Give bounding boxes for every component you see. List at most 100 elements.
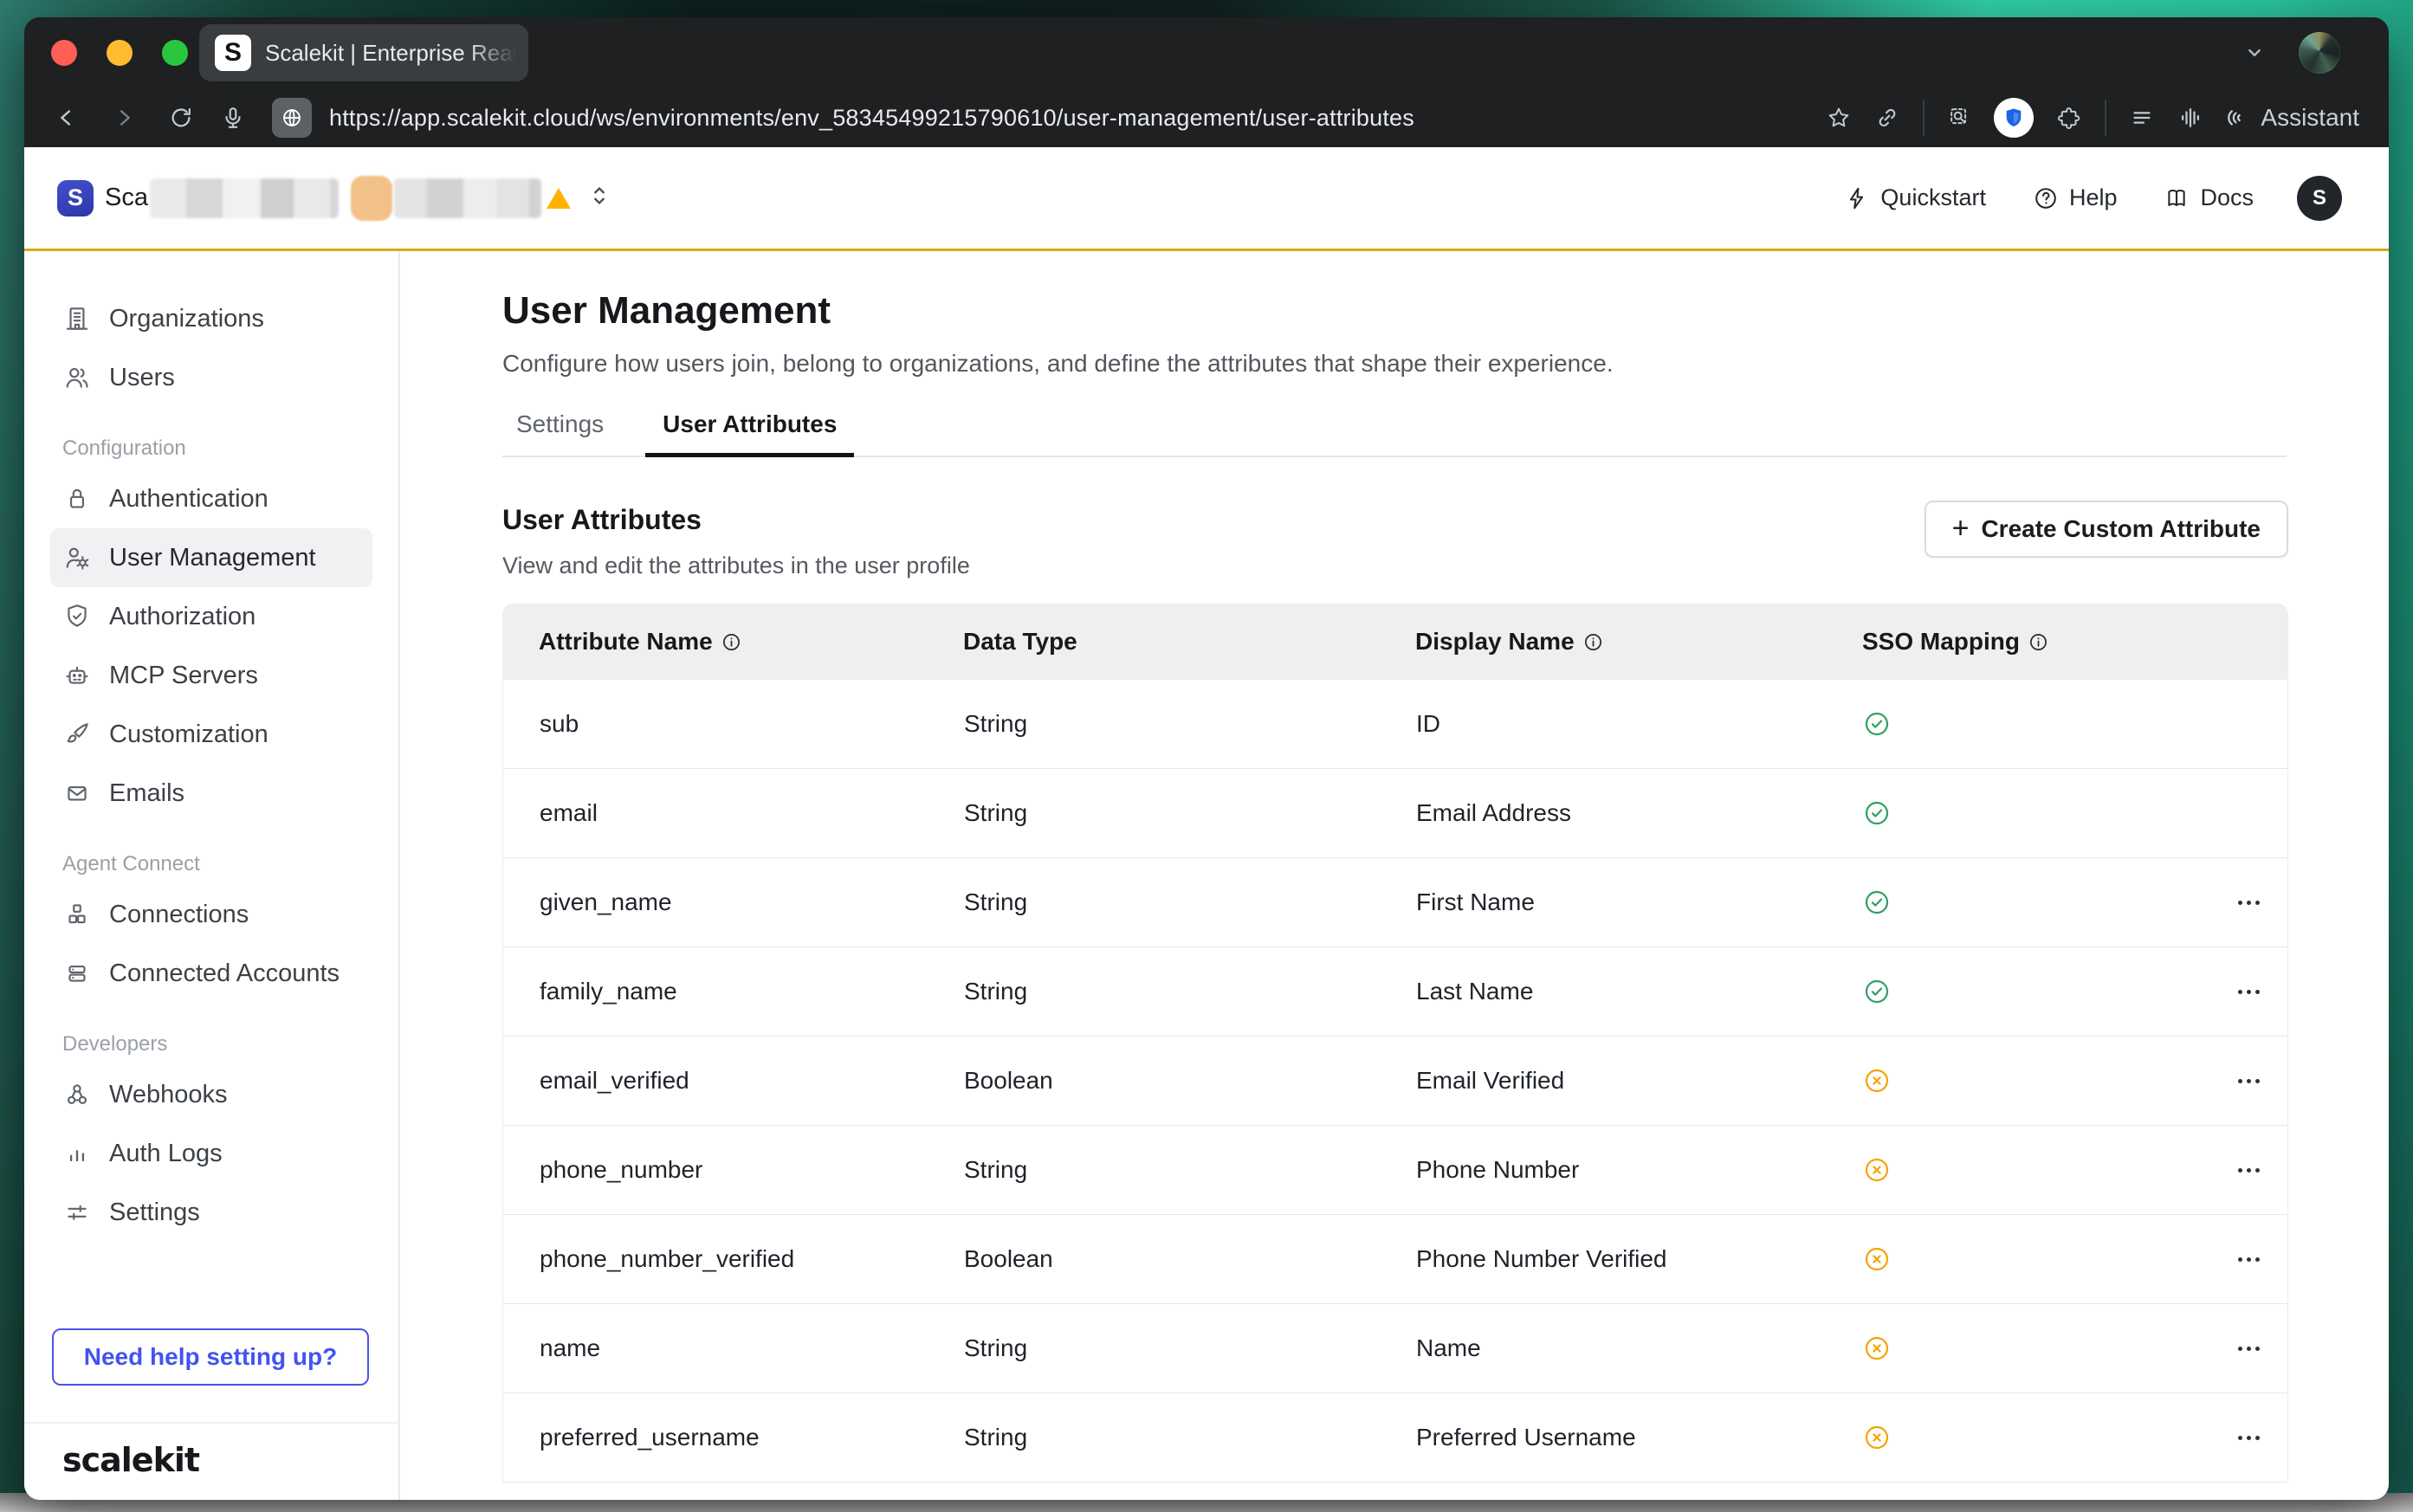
table-row: family_name String Last Name — [503, 947, 2287, 1037]
check-circle-icon — [1865, 890, 1889, 914]
table-row: email_verified Boolean Email Verified — [503, 1037, 2287, 1126]
sidebar-item-customization[interactable]: Customization — [50, 705, 372, 764]
workspace-name: Sca — [105, 184, 148, 212]
display-name-cell: Name — [1416, 1334, 1863, 1362]
sidebar-item-mcp-servers[interactable]: MCP Servers — [50, 646, 372, 705]
tab-bar: Settings User Attributes — [502, 404, 2287, 457]
sidebar-item-organizations[interactable]: Organizations — [50, 289, 372, 348]
sidebar-item-label: User Management — [109, 544, 316, 572]
x-circle-icon — [1865, 1336, 1889, 1360]
x-circle-icon — [1865, 1247, 1889, 1271]
table-row: phone_number String Phone Number — [503, 1126, 2287, 1215]
address-bar[interactable]: https://app.scalekit.cloud/ws/environmen… — [329, 105, 1803, 132]
x-circle-icon — [1865, 1425, 1889, 1450]
sidebar-item-authentication[interactable]: Authentication — [50, 469, 372, 528]
sidebar-item-emails[interactable]: Emails — [50, 764, 372, 823]
reload-icon[interactable] — [168, 105, 194, 131]
assistant-button[interactable]: Assistant — [2261, 104, 2359, 132]
assistant-wave-icon[interactable] — [2222, 105, 2248, 131]
toolbar-separator — [1923, 100, 1925, 136]
reading-list-icon[interactable] — [2129, 105, 2155, 131]
copy-link-icon[interactable] — [1874, 105, 1900, 131]
row-menu-button[interactable] — [2229, 892, 2268, 914]
environment-switcher[interactable] — [586, 181, 612, 215]
sso-mapping-status-icon — [1865, 712, 1889, 736]
sidebar-item-webhooks[interactable]: Webhooks — [50, 1065, 372, 1124]
paintbrush-icon — [62, 720, 92, 749]
display-name-cell: Phone Number — [1416, 1156, 1863, 1184]
scalekit-wordmark: scalekit — [62, 1441, 199, 1479]
voice-waveform-icon[interactable] — [2177, 105, 2203, 131]
tab-user-attributes[interactable]: User Attributes — [645, 404, 854, 456]
zoom-window-button[interactable] — [162, 40, 188, 66]
forward-icon[interactable] — [111, 105, 137, 131]
app-header: S Sca Quickstart Help Docs — [24, 147, 2389, 251]
browser-profile-avatar — [2299, 32, 2340, 74]
info-icon[interactable] — [2028, 632, 2048, 652]
scalekit-logo: S — [57, 180, 94, 216]
create-custom-attribute-button[interactable]: + Create Custom Attribute — [1925, 501, 2288, 558]
sidebar-divider — [24, 1422, 398, 1424]
warning-triangle-icon — [547, 188, 571, 209]
quickstart-label: Quickstart — [1880, 184, 1986, 211]
bookmark-star-icon[interactable] — [1826, 105, 1852, 131]
section-title: User Attributes — [502, 504, 702, 536]
section-subtitle: View and edit the attributes in the user… — [502, 552, 970, 579]
attribute-name-cell: phone_number_verified — [503, 1245, 964, 1273]
tab-list-dropdown[interactable] — [2242, 17, 2267, 88]
user-avatar[interactable]: S — [2297, 176, 2342, 221]
docs-button[interactable]: Docs — [2164, 184, 2254, 211]
page-title: User Management — [502, 289, 831, 333]
data-type-cell: String — [964, 710, 1416, 738]
help-button[interactable]: Help — [2033, 184, 2118, 211]
need-help-button[interactable]: Need help setting up? — [52, 1328, 369, 1386]
browser-profile[interactable] — [2299, 17, 2340, 88]
search-page-icon[interactable] — [1947, 105, 1973, 131]
toolbar-actions: Assistant — [1803, 98, 2359, 138]
chevron-down-icon — [2242, 40, 2267, 66]
row-menu-button[interactable] — [2229, 981, 2268, 1003]
minimize-window-button[interactable] — [107, 40, 133, 66]
data-type-cell: String — [964, 1156, 1416, 1184]
info-icon[interactable] — [721, 632, 741, 652]
browser-tab[interactable]: S Scalekit | Enterprise Ready A — [199, 24, 528, 81]
sidebar-item-authorization[interactable]: Authorization — [50, 587, 372, 646]
microphone-icon[interactable] — [220, 105, 246, 131]
sidebar-item-label: Settings — [109, 1199, 200, 1227]
check-circle-icon — [1865, 712, 1889, 736]
display-name-cell: ID — [1416, 710, 1863, 738]
help-circle-icon — [2033, 185, 2059, 211]
sidebar-item-settings[interactable]: Settings — [50, 1183, 372, 1242]
extensions-puzzle-icon[interactable] — [2056, 105, 2082, 131]
sidebar-item-label: Organizations — [109, 305, 264, 333]
sidebar-item-user-management[interactable]: User Management — [50, 528, 372, 587]
sidebar-item-users[interactable]: Users — [50, 348, 372, 407]
password-manager-extension[interactable] — [1994, 98, 2034, 138]
x-circle-icon — [1865, 1069, 1889, 1093]
row-menu-button[interactable] — [2229, 1427, 2268, 1449]
row-menu-button[interactable] — [2229, 1249, 2268, 1270]
sidebar-item-auth-logs[interactable]: Auth Logs — [50, 1124, 372, 1183]
sidebar-item-connections[interactable]: Connections — [50, 885, 372, 944]
plus-icon: + — [1952, 514, 1970, 543]
row-menu-button[interactable] — [2229, 1338, 2268, 1360]
site-info-chip[interactable] — [272, 98, 312, 138]
row-menu-button[interactable] — [2229, 1070, 2268, 1092]
scalekit-favicon: S — [215, 35, 251, 71]
info-icon[interactable] — [1583, 632, 1603, 652]
bar-chart-icon — [62, 1139, 92, 1168]
row-menu-button[interactable] — [2229, 1160, 2268, 1181]
quickstart-button[interactable]: Quickstart — [1844, 184, 1986, 211]
attribute-name-cell: name — [503, 1334, 964, 1362]
page-subtitle: Configure how users join, belong to orga… — [502, 350, 1614, 378]
column-label: SSO Mapping — [1862, 628, 2020, 656]
tab-settings[interactable]: Settings — [499, 404, 621, 456]
stacked-accounts-icon — [62, 959, 92, 988]
sidebar-item-label: Emails — [109, 779, 184, 808]
back-icon[interactable] — [54, 105, 80, 131]
data-type-cell: Boolean — [964, 1245, 1416, 1273]
close-window-button[interactable] — [51, 40, 77, 66]
main-content: User Management Configure how users join… — [402, 251, 2389, 1500]
sidebar-item-connected-accounts[interactable]: Connected Accounts — [50, 944, 372, 1003]
column-data-type: Data Type — [963, 628, 1415, 656]
